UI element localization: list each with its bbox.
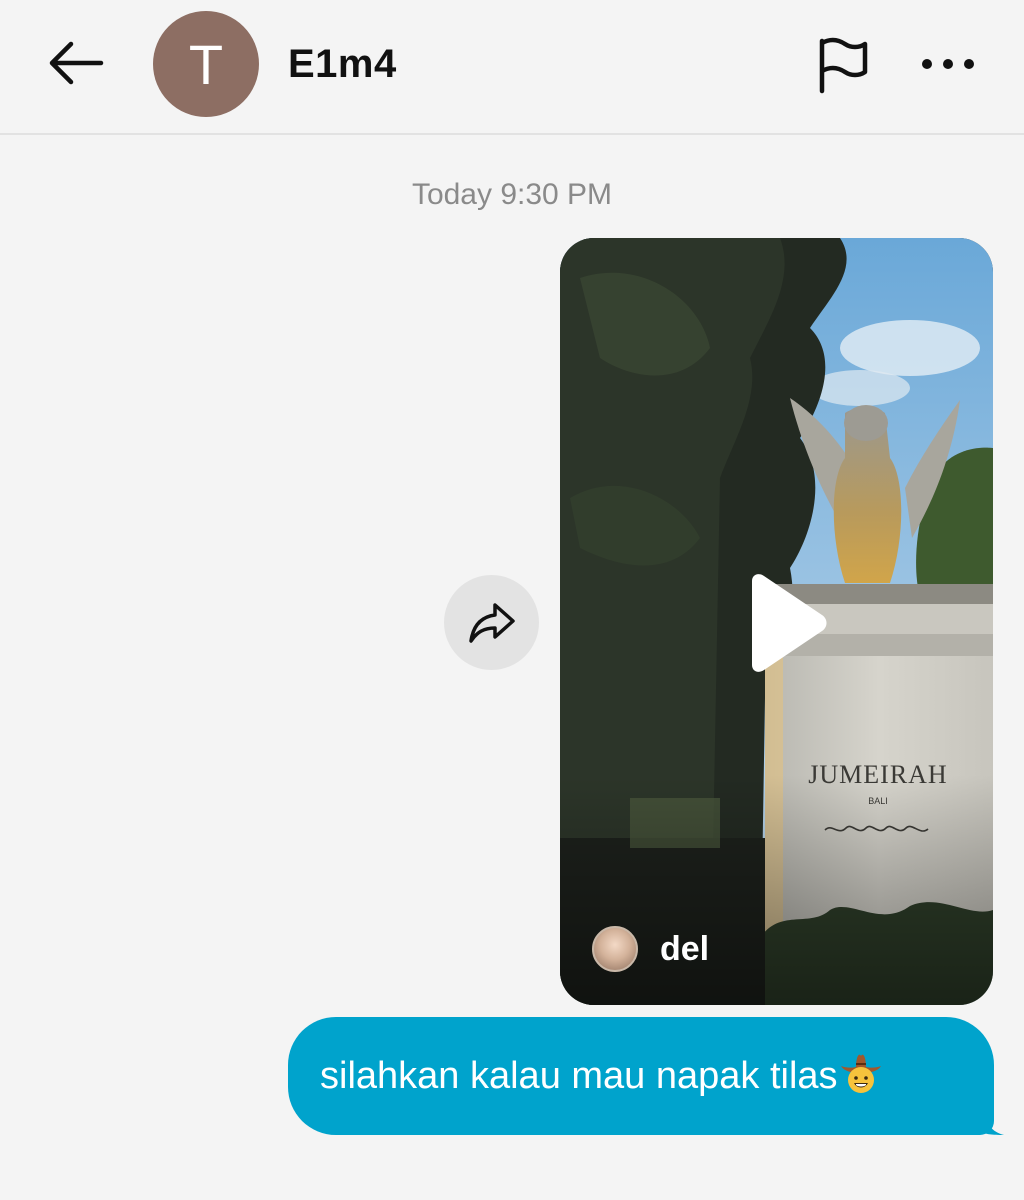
report-button[interactable] bbox=[806, 30, 878, 100]
avatar-initial: T bbox=[188, 32, 224, 96]
outgoing-message-bubble[interactable]: silahkan kalau mau napak tilas bbox=[288, 1017, 994, 1135]
video-author[interactable]: del bbox=[592, 926, 709, 972]
share-arrow-icon bbox=[468, 602, 515, 643]
contact-avatar[interactable]: T bbox=[153, 11, 259, 117]
message-timestamp: Today 9:30 PM bbox=[411, 178, 613, 211]
forward-button[interactable] bbox=[444, 575, 539, 670]
more-horizontal-icon bbox=[922, 59, 974, 69]
chat-header: T E1m4 bbox=[0, 0, 1024, 135]
cowboy-face-emoji bbox=[840, 1054, 881, 1093]
arrow-left-icon bbox=[49, 41, 104, 85]
message-text: silahkan kalau mau napak tilas bbox=[320, 1054, 838, 1097]
flag-icon bbox=[819, 37, 868, 94]
chat-screen: T E1m4 Today 9:30 PM del silahkan kalau … bbox=[0, 0, 1024, 1200]
author-avatar bbox=[592, 926, 638, 972]
contact-name[interactable]: E1m4 bbox=[288, 42, 397, 87]
shared-video-card[interactable]: JUMEIRAH BALI del bbox=[560, 238, 993, 1005]
author-name: del bbox=[660, 929, 710, 968]
more-options-button[interactable] bbox=[912, 36, 984, 92]
back-button[interactable] bbox=[40, 32, 110, 94]
play-icon[interactable] bbox=[740, 573, 830, 673]
bubble-tail bbox=[984, 1110, 1004, 1135]
